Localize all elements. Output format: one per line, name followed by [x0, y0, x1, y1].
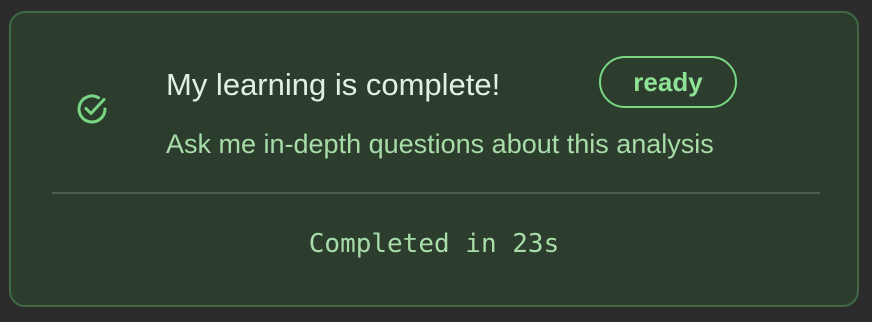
check-circle-icon [74, 91, 110, 127]
card-subtitle: Ask me in-depth questions about this ana… [166, 129, 714, 159]
completion-time: Completed in 23s [308, 229, 560, 259]
divider [52, 192, 820, 194]
card-title: My learning is complete! [166, 67, 501, 102]
status-card: My learning is complete! ready Ask me in… [9, 11, 859, 307]
status-badge: ready [599, 56, 737, 108]
